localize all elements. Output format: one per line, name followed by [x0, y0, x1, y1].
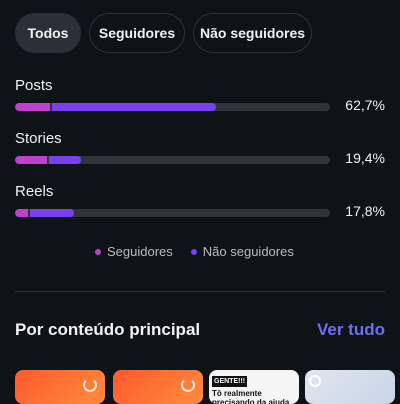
followers-segment — [15, 156, 47, 164]
metric-label: Posts — [15, 77, 53, 94]
metric-percentage: 17,8% — [345, 203, 385, 219]
followers-segment — [15, 209, 28, 217]
metric-percentage: 19,4% — [345, 150, 385, 166]
reel-icon — [83, 378, 97, 392]
legend-label: Não seguidores — [202, 244, 294, 259]
content-thumbnails: GENTE!!! Tô realmente precisando da ajud… — [15, 370, 400, 404]
tab-seguidores[interactable]: Seguidores — [89, 13, 185, 53]
content-thumbnail[interactable]: GENTE!!! Tô realmente precisando da ajud… — [209, 370, 299, 404]
content-thumbnail[interactable] — [15, 370, 105, 404]
divider — [15, 291, 385, 292]
content-thumbnail[interactable] — [305, 370, 395, 404]
tab-todos[interactable]: Todos — [15, 13, 81, 53]
followers-dot-icon — [95, 248, 101, 255]
legend-label: Seguidores — [107, 244, 173, 259]
section-title: Por conteúdo principal — [15, 320, 201, 339]
reel-icon — [181, 378, 195, 392]
thumbnail-text: Tô realmente precisando da ajuda de você… — [212, 389, 290, 404]
legend: Seguidores Não seguidores — [95, 244, 294, 259]
thumbnail-heading: GENTE!!! — [212, 376, 248, 387]
non-followers-segment — [52, 103, 216, 111]
legend-followers: Seguidores — [95, 244, 173, 259]
metric-percentage: 62,7% — [345, 97, 385, 113]
see-all-link[interactable]: Ver tudo — [317, 320, 385, 340]
content-thumbnail[interactable] — [113, 370, 203, 404]
carousel-icon — [309, 375, 321, 387]
non-followers-dot-icon — [190, 248, 197, 255]
metric-bar — [15, 209, 330, 217]
filter-tabs: Todos Seguidores Não seguidores — [15, 13, 312, 53]
legend-non-followers: Não seguidores — [190, 244, 294, 259]
metric-bar — [15, 156, 330, 164]
tab-nao-seguidores[interactable]: Não seguidores — [193, 13, 312, 53]
metric-label: Stories — [15, 130, 62, 147]
metric-bar — [15, 103, 330, 111]
non-followers-segment — [49, 156, 81, 164]
non-followers-segment — [30, 209, 74, 217]
metric-label: Reels — [15, 183, 54, 200]
followers-segment — [15, 103, 50, 111]
